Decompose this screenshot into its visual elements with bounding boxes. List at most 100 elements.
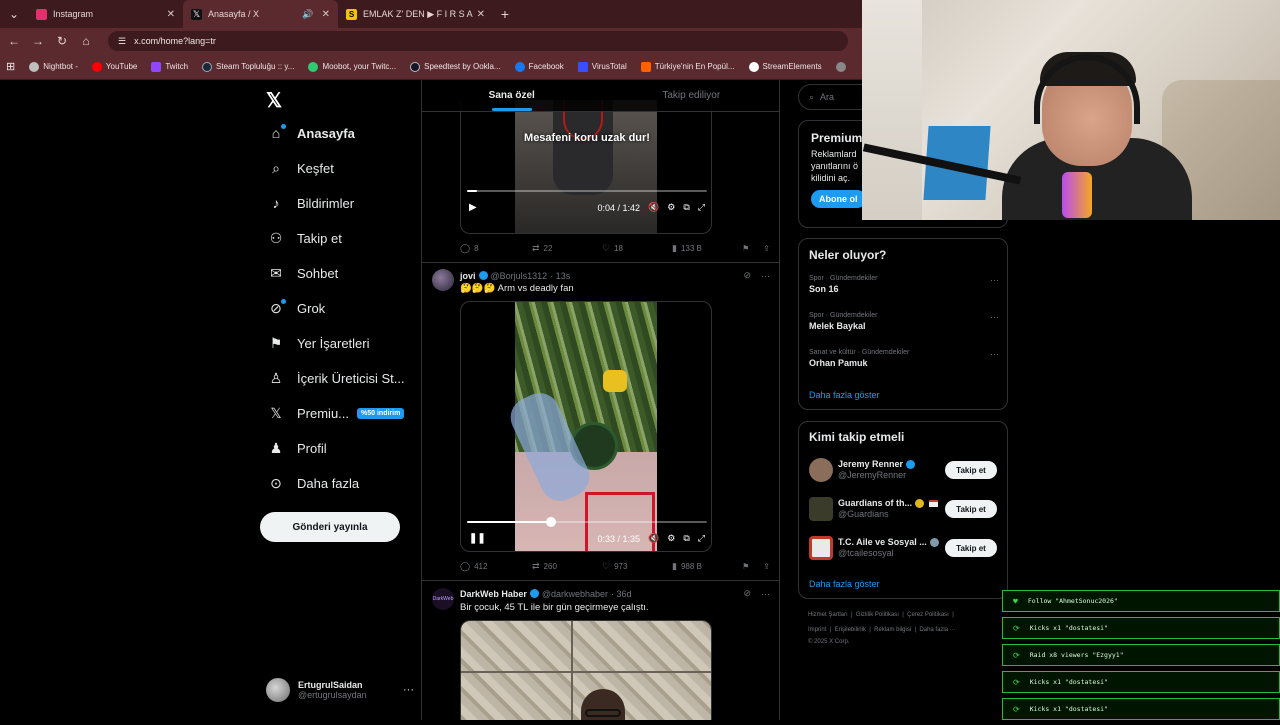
bookmark-item[interactable]: Steam Topluluğu :: y...	[202, 61, 294, 72]
pip-icon[interactable]: ⧉	[683, 533, 689, 544]
footer-link[interactable]: Reklam bilgisi	[874, 627, 911, 633]
close-icon[interactable]: ✕	[322, 9, 330, 20]
show-more-link[interactable]: Daha fazla göster	[809, 579, 880, 589]
back-icon[interactable]: ←	[2, 34, 26, 48]
more-icon[interactable]: ···	[990, 349, 999, 359]
share-button[interactable]: ⇪	[763, 244, 770, 253]
nav-explore[interactable]: ⌕ Keşfet	[268, 155, 334, 181]
bookmark-item[interactable]: Speedtest by Ookla...	[410, 61, 501, 72]
url-field[interactable]: ☰ x.com/home?lang=tr	[108, 31, 848, 51]
account-switcher[interactable]: ErtugrulSaidan @ertugrulsaydan ···	[266, 678, 414, 702]
x-logo-icon[interactable]: 𝕏	[266, 88, 282, 113]
nav-home[interactable]: ⌂ Anasayfa	[268, 120, 355, 146]
reply-button[interactable]: ◯ 8	[460, 243, 532, 254]
tab-following[interactable]: Takip ediliyor	[602, 80, 780, 111]
footer-link[interactable]: Gizlilik Politikası	[856, 612, 899, 618]
trend-item[interactable]: Spor · Gündemdekiler Melek Baykal ···	[809, 312, 999, 331]
video-scrubber-handle[interactable]	[546, 517, 556, 527]
footer-link[interactable]: Çerez Politikası	[907, 612, 949, 618]
fullscreen-icon[interactable]: ⤢	[698, 202, 705, 213]
avatar[interactable]	[432, 269, 454, 291]
play-icon[interactable]: ▶	[469, 202, 477, 213]
tweet-author-name[interactable]: DarkWeb Haber	[460, 589, 527, 599]
nav-bookmarks[interactable]: ⚑ Yer İşaretleri	[268, 330, 370, 356]
show-more-link[interactable]: Daha fazla göster	[809, 390, 880, 400]
tweet-author-handle[interactable]: @Borjuls1312	[491, 271, 548, 281]
avatar[interactable]: DarkWeb	[432, 588, 454, 610]
bookmark-item[interactable]: VirusTotal	[577, 61, 627, 72]
nav-creator-studio[interactable]: ♙ İçerik Üreticisi St...	[268, 365, 405, 391]
bookmark-button[interactable]: ⚑	[742, 562, 749, 571]
more-icon[interactable]: ···	[990, 312, 999, 322]
subscribe-button[interactable]: Abone ol	[811, 190, 866, 208]
tweet-author-handle[interactable]: @darkwebhaber	[542, 589, 608, 599]
home-icon[interactable]: ⌂	[74, 34, 98, 48]
trend-item[interactable]: Sanat ve kültür · Gündemdekiler Orhan Pa…	[809, 349, 999, 368]
like-button[interactable]: ♡ 18	[602, 243, 672, 254]
follow-button[interactable]: Takip et	[945, 500, 997, 518]
follow-button[interactable]: Takip et	[945, 461, 997, 479]
retweet-button[interactable]: ⇄ 22	[532, 243, 602, 254]
like-button[interactable]: ♡ 973	[602, 561, 672, 572]
nav-profile[interactable]: ♟ Profil	[268, 435, 327, 461]
reply-button[interactable]: ◯ 412	[460, 561, 532, 572]
bookmark-item[interactable]	[835, 61, 850, 72]
nav-follow[interactable]: ⚇ Takip et	[268, 225, 342, 251]
speaker-icon[interactable]: 🔊	[302, 9, 313, 20]
footer-link[interactable]: Daha fazla ···	[919, 627, 955, 633]
close-icon[interactable]: ✕	[167, 9, 175, 20]
views-button[interactable]: ▮ 133 B	[672, 243, 742, 254]
pip-icon[interactable]: ⧉	[683, 202, 689, 213]
tweet-video[interactable]: ❚❚ 0:33 / 1:35 🔇 ⚙ ⧉ ⤢	[460, 301, 712, 552]
volume-icon[interactable]: 🔇	[648, 202, 659, 213]
tab-instagram[interactable]: Instagram ✕	[28, 0, 183, 28]
video-progress-track[interactable]	[467, 190, 707, 192]
forward-icon[interactable]: →	[26, 34, 50, 48]
bookmark-item[interactable]: Nightbot -	[29, 61, 78, 72]
grok-icon[interactable]: ⊘	[743, 588, 751, 599]
bookmark-item[interactable]: StreamElements	[748, 61, 822, 72]
pause-icon[interactable]: ❚❚	[469, 533, 486, 544]
bookmark-item[interactable]: Türkiye'nin En Popül...	[640, 61, 735, 72]
tab-x-home[interactable]: 𝕏 Anasayfa / X 🔊 ✕	[183, 0, 338, 28]
follow-button[interactable]: Takip et	[945, 539, 997, 557]
settings-icon[interactable]: ⚙	[667, 202, 675, 213]
post-button[interactable]: Gönderi yayınla	[260, 512, 400, 542]
more-icon[interactable]: ···	[403, 684, 414, 696]
tab-for-you[interactable]: Sana özel	[422, 80, 602, 111]
more-icon[interactable]: ···	[990, 275, 999, 285]
volume-icon[interactable]: 🔇	[648, 533, 659, 544]
more-icon[interactable]: ···	[761, 589, 770, 599]
nav-chat[interactable]: ✉ Sohbet	[268, 260, 338, 286]
share-button[interactable]: ⇪	[763, 562, 770, 571]
nav-premium[interactable]: 𝕏 Premiu... %50 indirim	[268, 400, 405, 426]
trend-item[interactable]: Spor · Gündemdekiler Son 16 ···	[809, 275, 999, 294]
tweet-author-name[interactable]: jovi	[460, 271, 476, 281]
bookmark-item[interactable]: Moobot, your Twitc...	[308, 61, 396, 72]
nav-grok[interactable]: ⊘ Grok	[268, 295, 325, 321]
footer-link[interactable]: Imprint	[808, 627, 826, 633]
tweet-image[interactable]	[460, 620, 712, 720]
fullscreen-icon[interactable]: ⤢	[698, 533, 705, 544]
nav-notifications[interactable]: ♪ Bildirimler	[268, 190, 355, 216]
apps-grid-icon[interactable]: ⊞	[6, 60, 15, 73]
bookmark-item[interactable]: YouTube	[91, 61, 137, 72]
tweet-video[interactable]: Mesafeni koru uzak dur! ▶ 0:04 / 1:42 🔇 …	[460, 100, 712, 234]
tab-list-button[interactable]: ⌄	[0, 7, 28, 21]
site-info-icon[interactable]: ☰	[118, 36, 126, 47]
new-tab-button[interactable]: +	[493, 6, 517, 22]
bookmark-item[interactable]: Twitch	[151, 61, 188, 72]
footer-link[interactable]: Hizmet Şartları	[808, 612, 848, 618]
views-button[interactable]: ▮ 988 B	[672, 561, 742, 572]
tab-emlak[interactable]: S EMLAK Z' DEN ▶ F I R S A T I ✕	[338, 0, 493, 28]
bookmark-button[interactable]: ⚑	[742, 244, 749, 253]
reload-icon[interactable]: ↻	[50, 34, 74, 48]
settings-icon[interactable]: ⚙	[667, 533, 675, 544]
footer-link[interactable]: Erişilebilirlik	[835, 627, 866, 633]
nav-more[interactable]: ⊙ Daha fazla	[268, 470, 359, 496]
retweet-button[interactable]: ⇄ 260	[532, 561, 602, 572]
more-icon[interactable]: ···	[761, 271, 770, 281]
close-icon[interactable]: ✕	[477, 9, 485, 20]
grok-icon[interactable]: ⊘	[743, 270, 751, 281]
bookmark-item[interactable]: Facebook	[514, 61, 564, 72]
